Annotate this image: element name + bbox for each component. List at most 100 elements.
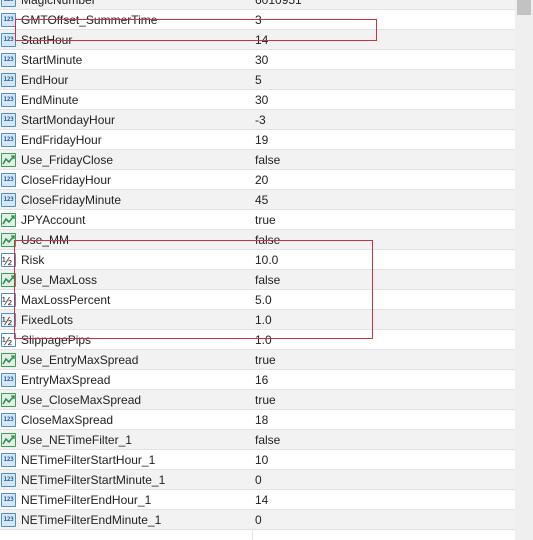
param-name: EndHour [21,73,69,87]
param-value[interactable]: false [255,270,280,290]
integer-type-icon: 123 [1,113,16,127]
type-glyph: 123 [3,196,14,203]
param-value[interactable]: 30 [255,50,268,70]
param-value[interactable]: false [255,150,280,170]
param-row[interactable]: 123 MagicNumber 6010951 [0,0,515,10]
param-row[interactable]: 123 NETimeFilterStartMinute_1 0 [0,470,515,490]
type-glyph: 123 [3,416,14,423]
param-value[interactable]: 5.0 [255,290,272,310]
integer-type-icon: 123 [1,73,16,87]
param-name: NETimeFilterStartHour_1 [21,453,156,467]
param-value[interactable]: 0 [255,470,262,490]
param-value[interactable]: 18 [255,410,268,430]
param-name: EndMinute [21,93,79,107]
scrollbar-thumb[interactable] [517,0,531,15]
param-name: StartMinute [21,53,83,67]
type-glyph: 123 [3,376,14,383]
param-name: CloseFridayHour [21,173,112,187]
param-row[interactable]: 123 NETimeFilterEndHour_1 14 [0,490,515,510]
param-name: Use_MaxLoss [21,273,98,287]
boolean-type-icon [1,353,16,367]
param-row[interactable]: ½ MaxLossPercent 5.0 [0,290,515,310]
param-name: Use_EntryMaxSpread [21,353,139,367]
param-row[interactable]: Use_FridayClose false [0,150,515,170]
param-name: NETimeFilterStartMinute_1 [21,473,166,487]
param-value[interactable]: true [255,210,276,230]
param-row[interactable]: Use_MM false [0,230,515,250]
boolean-type-icon [1,213,16,227]
param-value[interactable]: 16 [255,370,268,390]
param-row[interactable]: Use_NETimeFilter_1 false [0,430,515,450]
param-value[interactable]: 14 [255,490,268,510]
integer-type-icon: 123 [1,413,16,427]
param-name: FixedLots [21,313,74,327]
boolean-type-icon [1,393,16,407]
param-value[interactable]: 6010951 [255,0,302,10]
param-row[interactable]: ½ Risk 10.0 [0,250,515,270]
param-row[interactable]: ½ FixedLots 1.0 [0,310,515,330]
integer-type-icon: 123 [1,53,16,67]
param-value[interactable]: 30 [255,90,268,110]
type-glyph: 123 [3,496,14,503]
param-row[interactable]: JPYAccount true [0,210,515,230]
param-row[interactable]: 123 NETimeFilterStartHour_1 10 [0,450,515,470]
param-name: NETimeFilterEndMinute_1 [21,513,162,527]
param-value[interactable]: 1.0 [255,310,272,330]
param-row[interactable]: ½ SlippagePips 1.0 [0,330,515,350]
param-value[interactable]: 10.0 [255,250,278,270]
param-value[interactable]: true [255,390,276,410]
param-row[interactable]: 123 EndMinute 30 [0,90,515,110]
param-value[interactable]: 14 [255,30,268,50]
type-glyph: ½ [2,294,13,308]
param-row[interactable]: 123 GMTOffset_SummerTime 3 [0,10,515,30]
param-value[interactable]: true [255,350,276,370]
param-row[interactable]: 123 EndHour 5 [0,70,515,90]
integer-type-icon: 123 [1,493,16,507]
type-glyph: 123 [3,136,14,143]
boolean-type-icon [1,153,16,167]
param-value[interactable]: 10 [255,450,268,470]
double-type-icon: ½ [1,293,16,308]
param-row[interactable]: Use_CloseMaxSpread true [0,390,515,410]
param-value[interactable]: 0 [255,510,262,530]
param-value[interactable]: 5 [255,70,262,90]
param-value[interactable]: 19 [255,130,268,150]
param-row[interactable]: 123 NETimeFilterEndMinute_1 0 [0,510,515,530]
param-row[interactable]: 123 EndFridayHour 19 [0,130,515,150]
param-value[interactable]: 45 [255,190,268,210]
param-name: JPYAccount [21,213,86,227]
type-glyph: ½ [2,314,13,328]
param-value[interactable]: 20 [255,170,268,190]
param-row[interactable]: 123 StartHour 14 [0,30,515,50]
vertical-scrollbar[interactable] [515,0,533,540]
param-name: MaxLossPercent [21,293,111,307]
param-row[interactable]: Use_EntryMaxSpread true [0,350,515,370]
param-value[interactable]: 1.0 [255,330,272,350]
type-glyph: 123 [3,456,14,463]
boolean-type-icon [1,273,16,287]
param-row[interactable]: 123 CloseFridayMinute 45 [0,190,515,210]
param-value[interactable]: 3 [255,10,262,30]
param-value[interactable]: false [255,430,280,450]
param-row[interactable]: 123 StartMondayHour -3 [0,110,515,130]
param-row[interactable]: 123 CloseMaxSpread 18 [0,410,515,430]
param-value[interactable]: -3 [255,110,266,130]
param-name: CloseFridayMinute [21,193,122,207]
type-glyph: 123 [3,476,14,483]
param-name: Use_CloseMaxSpread [21,393,142,407]
param-name: Risk [21,253,45,267]
integer-type-icon: 123 [1,173,16,187]
integer-type-icon: 123 [1,453,16,467]
integer-type-icon: 123 [1,0,16,7]
param-value[interactable]: false [255,230,280,250]
integer-type-icon: 123 [1,473,16,487]
type-glyph: ½ [2,254,13,268]
param-row[interactable]: 123 EntryMaxSpread 16 [0,370,515,390]
param-row[interactable]: 123 CloseFridayHour 20 [0,170,515,190]
param-row[interactable]: Use_MaxLoss false [0,270,515,290]
type-glyph: 123 [3,36,14,43]
param-row[interactable]: 123 StartMinute 30 [0,50,515,70]
param-name: Use_FridayClose [21,153,114,167]
type-glyph: ½ [2,334,13,348]
type-glyph: 123 [3,16,14,23]
